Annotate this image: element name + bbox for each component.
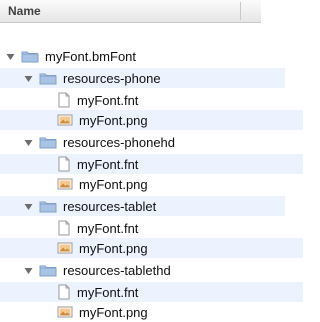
folder-icon xyxy=(39,199,57,213)
tree-row[interactable]: resources-phone xyxy=(0,68,285,88)
tree-item-label: myFont.fnt xyxy=(77,156,139,172)
image-file-icon xyxy=(57,177,73,191)
image-file-icon xyxy=(57,241,73,255)
tree-item-label: resources-phonehd xyxy=(63,134,176,150)
tree-row[interactable]: myFont.fnt xyxy=(0,282,303,302)
text-file-icon xyxy=(57,284,71,300)
tree-item-label: myFont.fnt xyxy=(77,220,139,236)
disclosure-triangle-icon[interactable] xyxy=(24,74,33,83)
image-file-icon xyxy=(57,113,73,127)
disclosure-triangle-icon[interactable] xyxy=(24,266,33,275)
tree-item-label: resources-tablet xyxy=(63,198,157,214)
tree-item-label: myFont.bmFont xyxy=(45,48,137,64)
disclosure-triangle-icon[interactable] xyxy=(24,138,33,147)
tree-row[interactable]: resources-tablethd xyxy=(0,260,285,280)
folder-icon xyxy=(21,49,39,63)
tree-item-label: myFont.png xyxy=(79,304,148,320)
tree-row[interactable]: myFont.fnt xyxy=(0,90,303,110)
tree-row[interactable]: myFont.fnt xyxy=(0,218,303,238)
tree-item-label: myFont.png xyxy=(79,112,148,128)
disclosure-triangle-icon[interactable] xyxy=(6,52,15,61)
tree-item-label: resources-phone xyxy=(63,70,161,86)
tree-row[interactable]: myFont.bmFont xyxy=(0,46,267,66)
text-file-icon xyxy=(57,92,71,108)
text-file-icon xyxy=(57,220,71,236)
tree-row[interactable]: myFont.png xyxy=(0,238,303,258)
finder-list-window: Name myFont.bmFont resources-phone myFon… xyxy=(0,0,303,320)
tree-row[interactable]: myFont.png xyxy=(0,174,303,194)
column-divider[interactable] xyxy=(240,2,241,20)
image-file-icon xyxy=(57,305,73,319)
tree-item-label: myFont.fnt xyxy=(77,284,139,300)
tree-row[interactable]: myFont.png xyxy=(0,110,303,130)
tree-item-label: myFont.fnt xyxy=(77,92,139,108)
tree-item-label: myFont.png xyxy=(79,240,148,256)
tree-row[interactable]: resources-tablet xyxy=(0,196,285,216)
folder-icon xyxy=(39,135,57,149)
tree-row[interactable]: myFont.png xyxy=(0,302,303,322)
tree-row[interactable]: myFont.fnt xyxy=(0,154,303,174)
tree-item-label: resources-tablethd xyxy=(63,262,171,278)
folder-icon xyxy=(39,71,57,85)
folder-icon xyxy=(39,263,57,277)
column-header[interactable]: Name xyxy=(0,0,261,23)
tree-item-label: myFont.png xyxy=(79,176,148,192)
text-file-icon xyxy=(57,156,71,172)
disclosure-triangle-icon[interactable] xyxy=(24,202,33,211)
tree-row[interactable]: resources-phonehd xyxy=(0,132,285,152)
name-column-label: Name xyxy=(8,4,41,18)
